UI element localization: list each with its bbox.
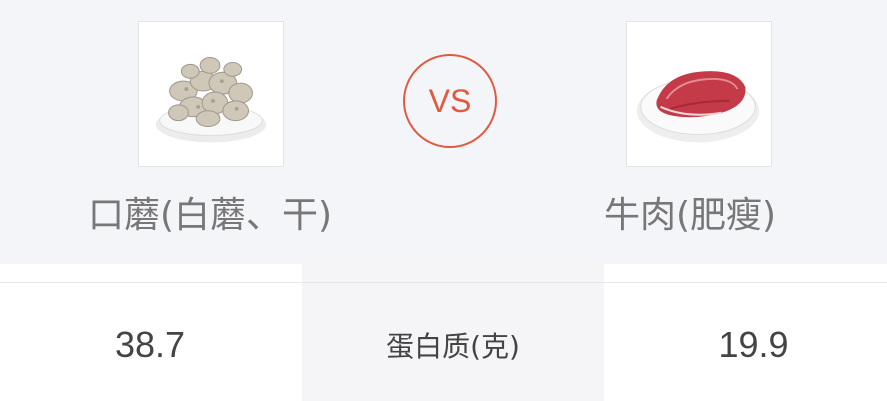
right-value-cell: 19.9 bbox=[604, 264, 887, 401]
nutrient-row: 38.7 蛋白质(克) 19.9 bbox=[0, 264, 887, 401]
mushroom-image bbox=[139, 22, 283, 166]
left-value-cell: 38.7 bbox=[0, 264, 302, 401]
right-food-image[interactable] bbox=[626, 21, 772, 167]
left-food-image[interactable] bbox=[138, 21, 284, 167]
right-nutrient-value: 19.9 bbox=[718, 323, 789, 365]
metric-cell: 蛋白质(克) bbox=[302, 264, 604, 401]
vs-badge: VS bbox=[403, 54, 497, 148]
food-comparison-page: 口蘑(白蘑、干) VS 牛肉(肥瘦) 38.7 蛋白质(克) 19.9 bbox=[0, 0, 887, 401]
nutrient-label: 蛋白质(克) bbox=[386, 329, 520, 363]
right-food-card[interactable]: 牛肉(肥瘦) bbox=[530, 0, 830, 264]
left-food-card[interactable]: 口蘑(白蘑、干) bbox=[62, 0, 362, 264]
left-food-name: 口蘑(白蘑、干) bbox=[87, 195, 333, 236]
left-nutrient-value: 38.7 bbox=[114, 323, 186, 365]
right-food-name: 牛肉(肥瘦) bbox=[603, 195, 777, 236]
row-divider bbox=[0, 282, 887, 283]
comparison-header: 口蘑(白蘑、干) VS 牛肉(肥瘦) bbox=[0, 0, 887, 264]
beef-image bbox=[627, 22, 771, 166]
